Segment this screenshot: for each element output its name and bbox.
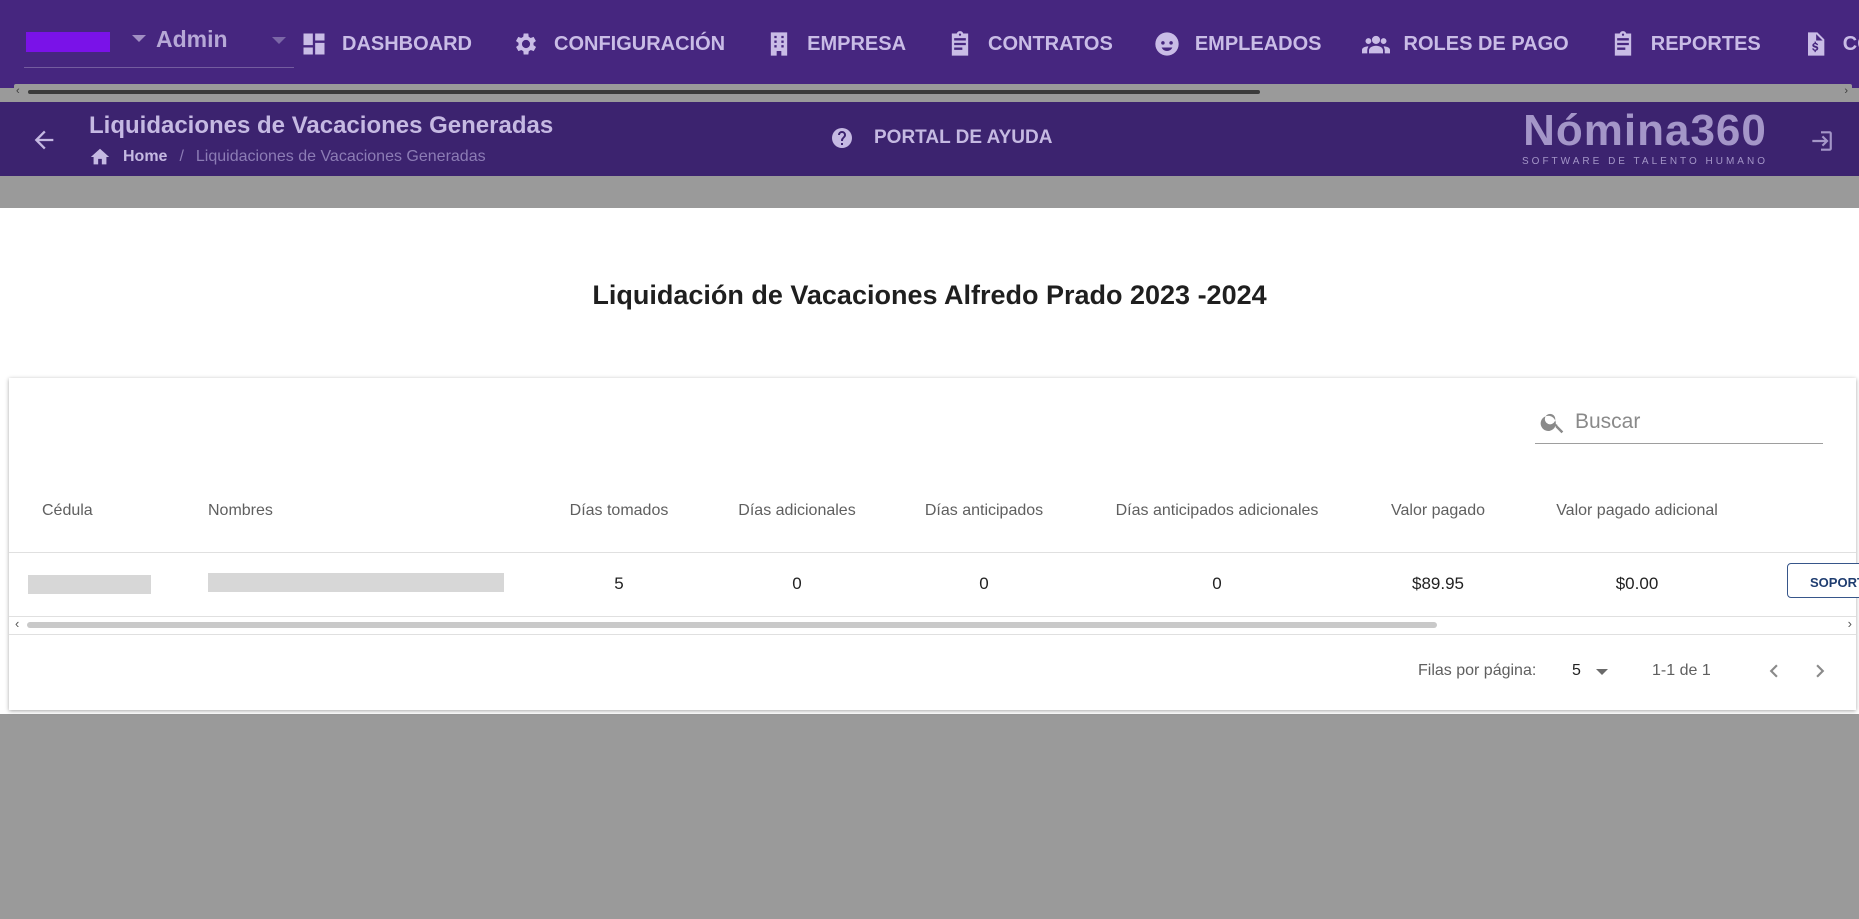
page-gutter	[0, 176, 1859, 208]
nav-item-costos[interactable]: COSTOS	[1801, 30, 1859, 58]
role-select[interactable]: Admin	[24, 18, 294, 68]
main-content: Liquidación de Vacaciones Alfredo Prado …	[0, 208, 1859, 714]
nav-item-label: CONFIGURACIÓN	[554, 32, 726, 55]
scroll-left-icon[interactable]: ‹	[16, 85, 20, 97]
dias-adicionales-cell: 0	[792, 574, 802, 593]
column-header-valor-pagado-adicional[interactable]: Valor pagado adicional	[1556, 502, 1718, 520]
row-divider	[9, 616, 1856, 617]
logout-icon[interactable]	[1808, 128, 1834, 154]
nav-item-label: CONTRATOS	[988, 32, 1113, 55]
breadcrumb-separator: /	[179, 148, 184, 165]
help-label: PORTAL DE AYUDA	[874, 127, 1053, 148]
brand-logo: Nómina360 SOFTWARE DE TALENTO HUMANO	[1520, 106, 1770, 168]
company-color-swatch	[26, 32, 110, 52]
chevron-down-icon[interactable]	[1596, 669, 1608, 675]
page-header: Liquidaciones de Vacaciones Generadas Ho…	[0, 102, 1859, 176]
nav-item-label: REPORTES	[1650, 32, 1761, 55]
help-icon	[832, 128, 852, 148]
dias-anticipados-cell: 0	[979, 574, 989, 593]
soporte-button[interactable]: SOPORTE	[1787, 563, 1859, 598]
page-title: Liquidaciones de Vacaciones Generadas	[89, 112, 554, 139]
report-icon	[1614, 31, 1631, 56]
nav-item-label: EMPRESA	[807, 32, 907, 55]
rows-per-page-label: Filas por página:	[1418, 662, 1537, 679]
nav-item-reportes[interactable]: REPORTES	[1609, 30, 1761, 58]
role-dropdown-arrow-icon[interactable]	[272, 37, 286, 44]
previous-page-icon[interactable]	[1761, 658, 1787, 684]
column-header-dias-anticipados-adicionales[interactable]: Días anticipados adicionales	[1116, 502, 1319, 520]
chevron-down-icon[interactable]	[132, 35, 146, 42]
dias-anticipados-adicionales-cell: 0	[1212, 574, 1222, 593]
nav-item-label: DASHBOARD	[342, 32, 472, 55]
invoice-icon	[1807, 32, 1825, 56]
people-icon	[1361, 35, 1390, 54]
gear-icon	[515, 33, 537, 55]
next-page-icon[interactable]	[1807, 658, 1833, 684]
top-navbar: Admin DASHBOARD CONFIGURACIÓN EMPRESA CO…	[0, 0, 1859, 88]
building-icon	[770, 32, 788, 56]
cedula-cell-redacted	[28, 575, 151, 594]
column-header-dias-anticipados[interactable]: Días anticipados	[925, 502, 1043, 520]
face-icon	[1155, 32, 1179, 56]
column-header-nombres[interactable]: Nombres	[208, 502, 273, 520]
dashboard-icon	[303, 33, 325, 55]
valor-pagado-adicional-cell: $0.00	[1615, 574, 1659, 593]
scrollbar-thumb[interactable]	[28, 90, 1260, 94]
nav-item-dashboard[interactable]: DASHBOARD	[300, 30, 472, 58]
nav-item-label: ROLES DE PAGO	[1403, 32, 1569, 55]
nav-item-configuracion[interactable]: CONFIGURACIÓN	[512, 30, 725, 58]
nav-item-label: EMPLEADOS	[1194, 32, 1322, 55]
nav-item-contratos[interactable]: CONTRATOS	[946, 30, 1113, 58]
brand-tagline: SOFTWARE DE TALENTO HUMANO	[1522, 156, 1768, 167]
nav-item-roles-de-pago[interactable]: ROLES DE PAGO	[1361, 30, 1569, 58]
column-header-cedula[interactable]: Cédula	[42, 502, 93, 520]
nav-horizontal-scrollbar[interactable]: ‹ ›	[14, 84, 1852, 98]
back-arrow-icon[interactable]	[30, 126, 58, 154]
nombres-cell-redacted	[208, 573, 504, 592]
dias-tomados-cell: 5	[614, 574, 624, 593]
breadcrumb-current: Liquidaciones de Vacaciones Generadas	[195, 148, 486, 165]
table-horizontal-scrollbar[interactable]: ‹ ›	[13, 616, 1856, 632]
table-pagination: Filas por página: 5 1-1 de 1	[9, 650, 1856, 690]
pagination-range: 1-1 de 1	[1652, 662, 1711, 679]
footer-divider	[9, 634, 1856, 635]
data-table-card: Cédula Nombres Días tomados Días adicion…	[9, 378, 1859, 710]
scroll-right-icon[interactable]: ›	[1848, 616, 1852, 631]
search-field[interactable]	[1535, 402, 1823, 444]
nav-item-label: COSTOS	[1842, 32, 1859, 55]
brand-name: Nómina360	[1523, 106, 1767, 155]
scrollbar-thumb[interactable]	[27, 622, 1437, 628]
valor-pagado-cell: $89.95	[1412, 574, 1464, 593]
header-divider	[9, 552, 1856, 553]
scroll-left-icon[interactable]: ‹	[15, 616, 19, 631]
breadcrumb-home-link[interactable]: Home	[123, 148, 167, 166]
role-label: Admin	[156, 26, 228, 52]
nav-item-empresa[interactable]: EMPRESA	[765, 30, 906, 58]
column-header-dias-tomados[interactable]: Días tomados	[570, 502, 669, 520]
column-header-dias-adicionales[interactable]: Días adicionales	[738, 502, 855, 520]
clipboard-icon	[951, 31, 969, 56]
rows-per-page-select[interactable]: 5	[1572, 662, 1581, 680]
search-icon	[1540, 413, 1564, 434]
scroll-right-icon[interactable]: ›	[1844, 85, 1848, 97]
home-icon[interactable]	[89, 146, 111, 168]
nav-item-empleados[interactable]: EMPLEADOS	[1153, 30, 1322, 58]
report-title: Liquidación de Vacaciones Alfredo Prado …	[592, 280, 1267, 310]
help-portal-link[interactable]: PORTAL DE AYUDA	[830, 126, 1052, 150]
breadcrumb: Home / Liquidaciones de Vacaciones Gener…	[89, 146, 486, 168]
nav-menu: DASHBOARD CONFIGURACIÓN EMPRESA CONTRATO…	[300, 24, 1859, 64]
search-input[interactable]	[1575, 406, 1815, 438]
column-header-valor-pagado[interactable]: Valor pagado	[1391, 502, 1485, 520]
